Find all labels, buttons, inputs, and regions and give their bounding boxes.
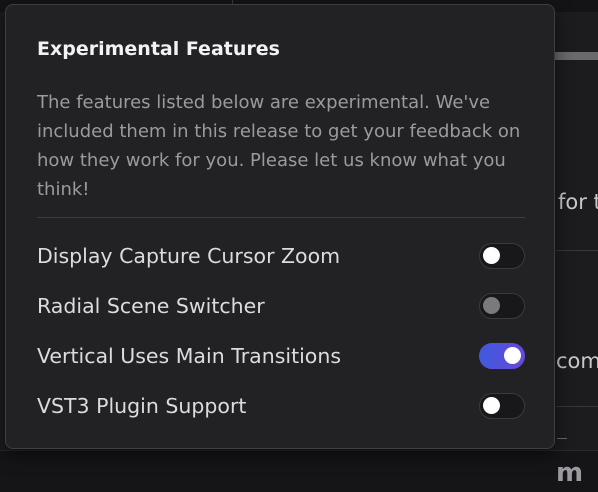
background-text: for t (558, 190, 598, 214)
background-divider (556, 250, 598, 251)
feature-row-vst3-plugin-support: VST3 Plugin Support (37, 381, 525, 431)
toggle-knob (483, 397, 500, 414)
background-divider (556, 406, 598, 407)
toggle-knob (504, 347, 521, 364)
display-capture-cursor-zoom-toggle[interactable] (479, 243, 525, 269)
popover-description: The features listed below are experiment… (37, 92, 521, 200)
feature-row-display-capture-cursor-zoom: Display Capture Cursor Zoom (37, 231, 525, 281)
app-logo: m (556, 458, 583, 488)
app-window: for t com m Experimental Features The fe… (0, 0, 598, 492)
feature-label: Radial Scene Switcher (37, 294, 265, 318)
divider (37, 217, 525, 218)
feature-row-radial-scene-switcher: Radial Scene Switcher (37, 281, 525, 331)
feature-label: VST3 Plugin Support (37, 394, 247, 418)
feature-label: Vertical Uses Main Transitions (37, 344, 342, 368)
toggle-knob (483, 297, 500, 314)
toggle-knob (483, 247, 500, 264)
vertical-uses-main-transitions-toggle[interactable] (479, 343, 525, 369)
feature-label: Display Capture Cursor Zoom (37, 244, 341, 268)
feature-list: Display Capture Cursor Zoom Radial Scene… (37, 231, 525, 431)
background-text: com (556, 349, 598, 373)
feature-row-vertical-uses-main-transitions: Vertical Uses Main Transitions (37, 331, 525, 381)
background-progress-bar (552, 52, 598, 60)
vst3-plugin-support-toggle[interactable] (479, 393, 525, 419)
experimental-features-popover: Experimental Features The features liste… (5, 4, 555, 449)
radial-scene-switcher-toggle[interactable] (479, 293, 525, 319)
popover-title: Experimental Features (37, 38, 280, 60)
background-dash (557, 438, 567, 439)
background-footer (0, 450, 598, 492)
